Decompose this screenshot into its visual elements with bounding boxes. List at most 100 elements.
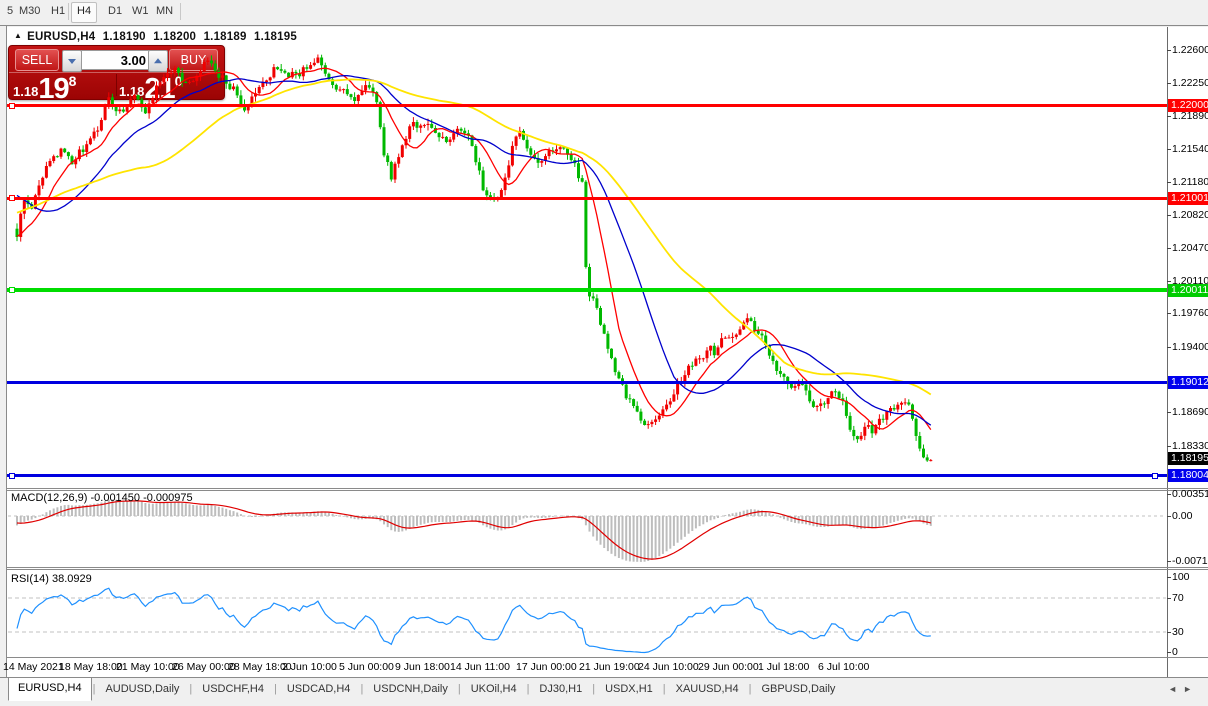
rsi-label: RSI(14) 38.0929 — [11, 573, 92, 585]
level-line-1.20011[interactable] — [7, 288, 1167, 292]
window-border-top — [0, 25, 1208, 26]
level-line-handle[interactable] — [9, 103, 15, 109]
level-line-1.19012[interactable] — [7, 381, 1167, 384]
chart-tab-dj30[interactable]: DJ30,H1 — [530, 679, 591, 700]
chart-tab-ukoil[interactable]: UKOil,H4 — [462, 679, 526, 700]
time-axis-label: 29 Jun 00:00 — [698, 661, 759, 673]
macd-signal-line — [17, 501, 931, 559]
rsi-axis-tick: 30 — [1172, 626, 1184, 638]
time-axis-label: 21 Jun 19:00 — [579, 661, 640, 673]
price-axis-tick-mark — [1167, 313, 1171, 314]
time-axis-label: 6 Jul 10:00 — [818, 661, 869, 673]
panel-separator — [7, 490, 1208, 491]
timeframe-button-mn[interactable]: MN — [151, 2, 178, 21]
level-line-1.21001[interactable] — [7, 197, 1167, 200]
macd-label: MACD(12,26,9) -0.001450 -0.000975 — [11, 492, 193, 504]
level-line-handle[interactable] — [1152, 473, 1158, 479]
macd-histogram — [16, 500, 932, 562]
macd-axis-tick-mark — [1167, 561, 1171, 562]
price-axis-tick-mark — [1167, 412, 1171, 413]
timeframe-button-d1[interactable]: D1 — [103, 2, 127, 21]
price-axis-tick: 1.21540 — [1172, 143, 1208, 155]
time-axis-label: 24 Jun 10:00 — [638, 661, 699, 673]
ma-55-line — [17, 79, 931, 394]
candlesticks — [16, 55, 933, 462]
price-axis-tick-mark — [1167, 50, 1171, 51]
price-axis-separator — [1167, 27, 1168, 677]
chart-tab-usdcad[interactable]: USDCAD,H4 — [278, 679, 360, 700]
price-axis-tick-mark — [1167, 248, 1171, 249]
rsi-axis-tick-mark — [1167, 632, 1171, 633]
chart-tab-usdx[interactable]: USDX,H1 — [596, 679, 662, 700]
tab-scroll-right-icon: ► — [1183, 684, 1198, 694]
price-axis-badge-1.18004: 1.18004 — [1168, 469, 1208, 482]
price-axis-tick: 1.22250 — [1172, 77, 1208, 89]
macd-axis-tick-mark — [1167, 516, 1171, 517]
level-line-1.18004[interactable] — [7, 474, 1167, 477]
time-axis-label: 5 Jun 00:00 — [339, 661, 394, 673]
chart-tab-xauusd[interactable]: XAUUSD,H4 — [667, 679, 748, 700]
chart-tab-eurusd[interactable]: EURUSD,H4 — [8, 677, 92, 701]
time-axis-label: 18 May 18:00 — [59, 661, 123, 673]
price-axis-tick: 1.21180 — [1172, 176, 1208, 188]
time-axis-label: 21 May 10:00 — [116, 661, 180, 673]
toolbar-separator — [180, 3, 181, 20]
macd-axis-tick-mark — [1167, 494, 1171, 495]
price-axis-tick-mark — [1167, 149, 1171, 150]
timeframe-button-m30[interactable]: M30 — [14, 2, 45, 21]
price-axis-tick-mark — [1167, 182, 1171, 183]
price-axis-badge-1.21001: 1.21001 — [1168, 192, 1208, 205]
price-axis-tick: 1.19400 — [1172, 341, 1208, 353]
price-axis-tick-mark — [1167, 347, 1171, 348]
price-axis-tick: 1.18330 — [1172, 440, 1208, 452]
time-axis-separator — [7, 657, 1208, 658]
time-axis-label: 1 Jul 18:00 — [758, 661, 809, 673]
tab-scroll-arrows[interactable]: ◄► — [1168, 684, 1198, 694]
price-axis-tick-mark — [1167, 215, 1171, 216]
panel-separator[interactable] — [7, 567, 1208, 568]
rsi-axis-tick: 70 — [1172, 592, 1184, 604]
macd-axis-tick: -0.007175 — [1172, 555, 1208, 567]
time-axis-label: 17 Jun 00:00 — [516, 661, 577, 673]
chart-tab-audusd[interactable]: AUDUSD,Daily — [96, 679, 188, 700]
time-axis-label: 2 Jun 10:00 — [282, 661, 337, 673]
level-line-handle[interactable] — [9, 195, 15, 201]
price-axis-tick: 1.20470 — [1172, 242, 1208, 254]
level-line-handle[interactable] — [9, 473, 15, 479]
chart-tab-gbpusd[interactable]: GBPUSD,Daily — [752, 679, 844, 700]
level-line-1.22000[interactable] — [7, 104, 1167, 107]
timeframe-button-h1[interactable]: H1 — [46, 2, 70, 21]
chart-tab-usdcnh[interactable]: USDCNH,Daily — [364, 679, 457, 700]
rsi-axis-tick-mark — [1167, 577, 1171, 578]
macd-axis-tick: 0.003515 — [1172, 488, 1208, 500]
timeframe-toolbar: 5M30H1H4D1W1MN — [0, 0, 1208, 25]
ma-25-line — [17, 76, 931, 426]
main-price-chart[interactable] — [7, 27, 1167, 487]
ma-10-line — [17, 68, 931, 429]
timeframe-button-w1[interactable]: W1 — [127, 2, 154, 21]
rsi-axis-tick: 0 — [1172, 646, 1178, 658]
level-line-handle[interactable] — [9, 287, 15, 293]
price-axis-badge-1.22000: 1.22000 — [1168, 99, 1208, 112]
price-axis-tick: 1.20820 — [1172, 209, 1208, 221]
chart-tab-usdchf[interactable]: USDCHF,H4 — [193, 679, 273, 700]
price-axis-badge-1.19012: 1.19012 — [1168, 376, 1208, 389]
timeframe-button-h4[interactable]: H4 — [71, 2, 97, 23]
panel-separator — [7, 569, 1208, 570]
time-axis-label: 26 May 00:00 — [172, 661, 236, 673]
panel-separator[interactable] — [7, 488, 1208, 489]
price-axis-tick: 1.19760 — [1172, 307, 1208, 319]
rsi-axis-tick-mark — [1167, 598, 1171, 599]
time-axis-label: 9 Jun 18:00 — [395, 661, 450, 673]
price-axis-badge-1.20011: 1.20011 — [1168, 284, 1208, 297]
rsi-axis-tick-mark — [1167, 652, 1171, 653]
rsi-panel[interactable] — [7, 570, 1167, 657]
rsi-axis-tick: 100 — [1172, 571, 1190, 583]
price-axis-tick: 1.18690 — [1172, 406, 1208, 418]
price-axis-tick-mark — [1167, 281, 1171, 282]
mt4-terminal-window: 5M30H1H4D1W1MN ▲EURUSD,H4 1.18190 1.1820… — [0, 0, 1208, 706]
chart-tab-bar: EURUSD,H4|AUDUSD,Daily|USDCHF,H4|USDCAD,… — [8, 678, 844, 700]
toolbar-separator — [68, 3, 69, 20]
price-axis-badge-1.18195: 1.18195 — [1168, 452, 1208, 465]
time-axis-label: 14 Jun 11:00 — [450, 661, 510, 673]
